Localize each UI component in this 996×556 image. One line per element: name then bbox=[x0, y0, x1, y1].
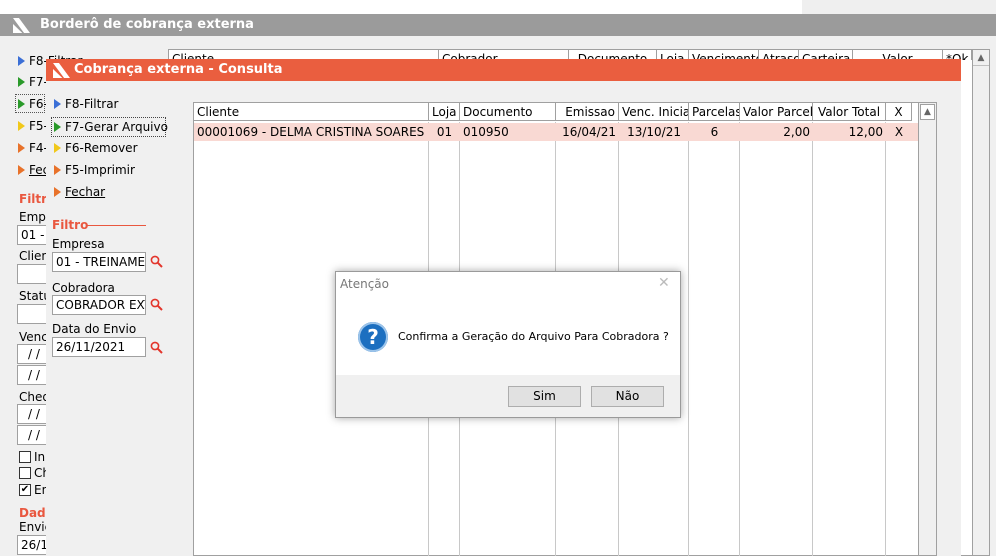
arrow-icon bbox=[18, 99, 25, 109]
close-icon[interactable]: ✕ bbox=[658, 275, 670, 291]
filter-divider bbox=[86, 225, 146, 226]
checkbox-icon bbox=[19, 467, 31, 479]
front-empresa-label: Empresa bbox=[52, 237, 105, 251]
front-cobradora-field[interactable]: COBRADOR EXTE bbox=[52, 295, 146, 315]
col-divider bbox=[885, 122, 886, 556]
back-envio-field[interactable]: 26/1 bbox=[17, 535, 47, 555]
col-loja[interactable]: Loja bbox=[429, 103, 460, 121]
cell-loja: 01 bbox=[436, 125, 453, 139]
no-button[interactable]: Não bbox=[591, 386, 664, 407]
back-cheque-to[interactable]: / / bbox=[17, 425, 47, 445]
back-window-title-bar: Borderô de cobrança externa bbox=[0, 14, 996, 36]
search-icon[interactable] bbox=[150, 255, 163, 268]
cell-parcelas: 6 bbox=[710, 125, 719, 139]
dialog-message: Confirma a Geração do Arquivo Para Cobra… bbox=[398, 330, 669, 343]
back-window-title: Borderô de cobrança externa bbox=[40, 17, 254, 32]
front-empresa-field[interactable]: 01 - TREINAMEN bbox=[52, 252, 146, 272]
yes-button[interactable]: Sim bbox=[508, 386, 581, 407]
col-parcelas[interactable]: Parcelas bbox=[689, 103, 740, 121]
checkmark-icon: ✔ bbox=[19, 484, 31, 496]
back-cheque-from[interactable]: / / bbox=[17, 404, 47, 424]
back-cliente-field[interactable] bbox=[17, 264, 47, 284]
cell-cliente: 00001069 - DELMA CRISTINA SOARES KOVA bbox=[197, 125, 429, 139]
col-valor-parcela[interactable]: Valor Parcela bbox=[740, 103, 813, 121]
col-cliente[interactable]: Cliente bbox=[194, 103, 429, 121]
col-venc-inicial[interactable]: Venc. Inicial bbox=[619, 103, 689, 121]
front-cobradora-label: Cobradora bbox=[52, 281, 115, 295]
front-window-title-bar: Cobrança externa - Consulta bbox=[46, 59, 961, 81]
front-menu-filtrar[interactable]: F8-Filtrar bbox=[54, 95, 119, 113]
front-window-title: Cobrança externa - Consulta bbox=[74, 62, 283, 77]
col-documento[interactable]: Documento bbox=[460, 103, 556, 121]
front-filter-label: Filtro bbox=[52, 218, 89, 232]
col-x[interactable]: X bbox=[886, 103, 912, 121]
arrow-icon bbox=[18, 143, 25, 153]
back-checkbox-en[interactable]: ✔ En bbox=[19, 483, 49, 497]
front-data-envio-label: Data do Envio bbox=[52, 322, 137, 336]
arrow-icon bbox=[18, 165, 25, 175]
back-menu-f6[interactable]: F6- bbox=[15, 94, 48, 113]
question-icon: ? bbox=[358, 322, 388, 352]
arrow-icon bbox=[54, 187, 61, 197]
table-row[interactable]: 00001069 - DELMA CRISTINA SOARES KOVA 01… bbox=[194, 123, 918, 141]
back-menu-f5[interactable]: F5- bbox=[18, 117, 48, 135]
cell-emissao: 16/04/21 bbox=[562, 125, 616, 139]
back-menu-fechar[interactable]: Fec bbox=[18, 161, 49, 179]
arrow-icon bbox=[54, 99, 61, 109]
arrow-icon bbox=[54, 143, 61, 153]
back-menu-f4[interactable]: F4- bbox=[18, 139, 48, 157]
desktop-strip bbox=[802, 0, 996, 14]
scroll-up-icon[interactable]: ▲ bbox=[973, 50, 989, 66]
back-venc-from[interactable]: / / bbox=[17, 344, 47, 364]
app-logo-icon bbox=[53, 63, 70, 78]
front-menu-imprimir[interactable]: F5-Imprimir bbox=[54, 161, 135, 179]
front-grid-scrollbar[interactable]: ▲ bbox=[918, 103, 936, 555]
arrow-icon bbox=[18, 56, 25, 66]
cell-valor-total: 12,00 bbox=[848, 125, 883, 139]
front-menu-remover[interactable]: F6-Remover bbox=[54, 139, 138, 157]
search-icon[interactable] bbox=[150, 341, 163, 354]
back-empresa-field[interactable]: 01 - bbox=[17, 225, 47, 245]
back-status-field[interactable] bbox=[17, 304, 47, 324]
arrow-icon bbox=[18, 77, 25, 87]
front-grid-header: Cliente Loja Documento Emissao Venc. Ini… bbox=[194, 103, 918, 122]
search-icon[interactable] bbox=[150, 298, 163, 311]
cell-x[interactable]: X bbox=[886, 123, 912, 141]
back-menu-f7[interactable]: F7- bbox=[18, 73, 48, 91]
cell-venc-inicial: 13/10/21 bbox=[627, 125, 681, 139]
arrow-icon bbox=[18, 121, 25, 131]
back-checkbox-in[interactable]: In bbox=[19, 450, 45, 464]
cell-valor-parcela: 2,00 bbox=[783, 125, 810, 139]
col-divider bbox=[739, 122, 740, 556]
back-cliente-label: Clien bbox=[19, 249, 50, 263]
app-logo-icon bbox=[13, 18, 30, 33]
col-valor-total[interactable]: Valor Total bbox=[813, 103, 886, 121]
front-menu-fechar[interactable]: Fechar bbox=[54, 183, 105, 201]
confirm-dialog: Atenção ✕ ? Confirma a Geração do Arquiv… bbox=[335, 271, 681, 418]
dialog-title: Atenção bbox=[340, 277, 389, 291]
scroll-up-icon[interactable]: ▲ bbox=[920, 104, 935, 120]
col-divider bbox=[812, 122, 813, 556]
arrow-icon bbox=[54, 122, 61, 132]
col-divider bbox=[688, 122, 689, 556]
col-emissao[interactable]: Emissao bbox=[556, 103, 619, 121]
front-data-envio-field[interactable]: 26/11/2021 bbox=[52, 337, 146, 357]
back-venc-to[interactable]: / / bbox=[17, 365, 47, 385]
arrow-icon bbox=[54, 165, 61, 175]
checkbox-icon bbox=[19, 451, 31, 463]
cell-documento: 010950 bbox=[463, 125, 509, 139]
back-grid-scrollbar[interactable]: ▲ bbox=[972, 50, 989, 555]
front-menu-gerar-arquivo[interactable]: F7-Gerar Arquivo bbox=[51, 117, 168, 137]
